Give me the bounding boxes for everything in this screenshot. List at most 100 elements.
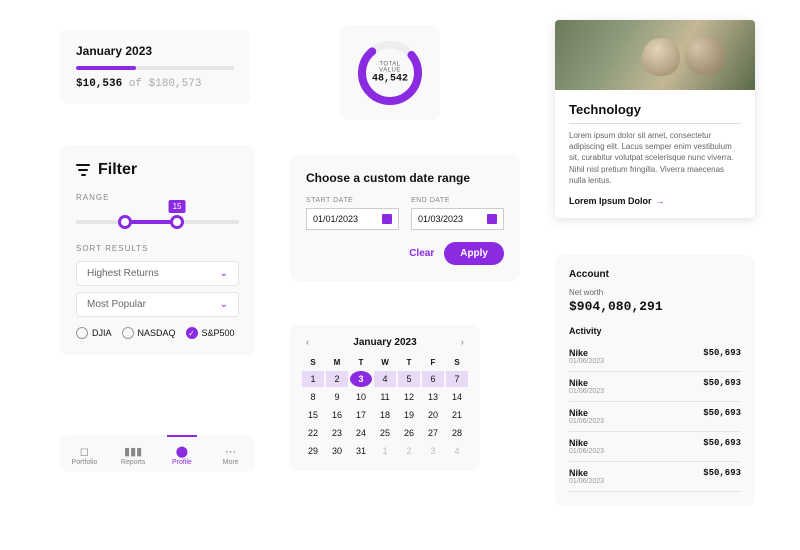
radio-s&p500[interactable]: S&P500	[186, 327, 235, 339]
calendar-day[interactable]: 11	[374, 389, 396, 405]
calendar-day[interactable]: 4	[446, 443, 468, 459]
networth-value: $904,080,291	[569, 299, 741, 314]
calendar-day[interactable]: 30	[326, 443, 348, 459]
radio-row: DJIA NASDAQ S&P500	[76, 327, 239, 339]
calendar-day[interactable]: 8	[302, 389, 324, 405]
calendar-day[interactable]: 12	[398, 389, 420, 405]
calendar-day[interactable]: 9	[326, 389, 348, 405]
range-handle-high[interactable]	[170, 215, 184, 229]
calendar-day[interactable]: 14	[446, 389, 468, 405]
portfolio-icon: ◻	[60, 445, 109, 457]
apply-button[interactable]: Apply	[444, 242, 504, 265]
nav-more[interactable]: ⋯More	[206, 441, 255, 466]
calendar-day[interactable]: 23	[326, 425, 348, 441]
range-label: RANGE	[76, 193, 239, 202]
weekday-header: S	[302, 356, 324, 369]
filter-card: Filter RANGE 15 SORT RESULTS Highest Ret…	[60, 145, 255, 355]
donut-card: TOTAL VALUE 48,542	[340, 25, 440, 120]
calendar-day[interactable]: 18	[374, 407, 396, 423]
nav-profile[interactable]: ⬤Profile	[158, 441, 207, 466]
calendar-day[interactable]: 26	[398, 425, 420, 441]
calendar-day[interactable]: 10	[350, 389, 372, 405]
calendar-day[interactable]: 25	[374, 425, 396, 441]
calendar-day[interactable]: 1	[374, 443, 396, 459]
profile-icon: ⬤	[158, 445, 207, 457]
calendar-day[interactable]: 21	[446, 407, 468, 423]
chevron-down-icon: ⌄	[220, 268, 228, 279]
calendar-card: ‹ January 2023 › SMTWTFS1234567891011121…	[290, 325, 480, 471]
tech-link[interactable]: Lorem Ipsum Dolor →	[569, 196, 741, 206]
calendar-day[interactable]: 5	[398, 371, 420, 387]
calendar-day[interactable]: 19	[398, 407, 420, 423]
calendar-day[interactable]: 16	[326, 407, 348, 423]
calendar-day[interactable]: 15	[302, 407, 324, 423]
calendar-icon	[487, 214, 497, 224]
tech-image	[555, 20, 755, 90]
sort-select[interactable]: Most Popular⌄	[76, 292, 239, 317]
progress-title: January 2023	[76, 44, 234, 58]
weekday-header: F	[422, 356, 444, 369]
calendar-day[interactable]: 22	[302, 425, 324, 441]
calendar-day[interactable]: 13	[422, 389, 444, 405]
calendar-icon	[382, 214, 392, 224]
radio-djia[interactable]: DJIA	[76, 327, 112, 339]
nav-portfolio[interactable]: ◻Portfolio	[60, 441, 109, 466]
calendar-day[interactable]: 1	[302, 371, 324, 387]
nav-reports[interactable]: ▮▮▮Reports	[109, 441, 158, 466]
weekday-header: T	[398, 356, 420, 369]
progress-current: $10,536	[76, 78, 122, 90]
range-slider[interactable]: 15	[76, 220, 239, 224]
calendar-day[interactable]: 20	[422, 407, 444, 423]
calendar-day[interactable]: 2	[326, 371, 348, 387]
progress-fill	[76, 66, 136, 70]
tech-title: Technology	[569, 102, 741, 124]
weekday-header: M	[326, 356, 348, 369]
weekday-header: T	[350, 356, 372, 369]
activity-row: Nike01/06/2023$50,693	[569, 342, 741, 372]
progress-bar	[76, 66, 234, 70]
calendar-day[interactable]: 29	[302, 443, 324, 459]
calendar-next[interactable]: ›	[457, 337, 468, 348]
networth-label: Net worth	[569, 288, 741, 297]
calendar-day[interactable]: 31	[350, 443, 372, 459]
activity-row: Nike01/06/2023$50,693	[569, 432, 741, 462]
calendar-day[interactable]: 2	[398, 443, 420, 459]
tech-desc: Lorem ipsum dolor sit amet, consectetur …	[569, 130, 741, 186]
activity-row: Nike01/06/2023$50,693	[569, 402, 741, 432]
calendar-day[interactable]: 3	[422, 443, 444, 459]
start-date-input[interactable]: 01/01/2023	[306, 208, 399, 230]
calendar-grid: SMTWTFS123456789101112131415161718192021…	[302, 356, 468, 459]
clear-button[interactable]: Clear	[409, 248, 434, 259]
weekday-header: W	[374, 356, 396, 369]
radio-nasdaq[interactable]: NASDAQ	[122, 327, 176, 339]
radio-icon	[186, 327, 198, 339]
calendar-day[interactable]: 24	[350, 425, 372, 441]
account-card: Account Net worth $904,080,291 Activity …	[555, 255, 755, 506]
arrow-right-icon: →	[656, 196, 665, 206]
end-date-input[interactable]: 01/03/2023	[411, 208, 504, 230]
donut-value: 48,542	[372, 73, 408, 84]
range-handle-low[interactable]	[118, 215, 132, 229]
calendar-day[interactable]: 7	[446, 371, 468, 387]
sort-select[interactable]: Highest Returns⌄	[76, 261, 239, 286]
calendar-day[interactable]: 27	[422, 425, 444, 441]
calendar-day[interactable]: 4	[374, 371, 396, 387]
account-heading: Account	[569, 269, 741, 280]
calendar-day[interactable]: 17	[350, 407, 372, 423]
calendar-day[interactable]: 3	[350, 371, 372, 387]
calendar-day[interactable]: 28	[446, 425, 468, 441]
calendar-day[interactable]: 6	[422, 371, 444, 387]
progress-total: $180,573	[149, 78, 202, 90]
donut-chart: TOTAL VALUE 48,542	[355, 38, 425, 108]
reports-icon: ▮▮▮	[109, 445, 158, 457]
end-date-label: END DATE	[411, 197, 504, 204]
progress-card: January 2023 $10,536 of $180,573	[60, 30, 250, 104]
filter-icon	[76, 164, 90, 176]
calendar-prev[interactable]: ‹	[302, 337, 313, 348]
filter-title: Filter	[98, 161, 137, 179]
radio-icon	[122, 327, 134, 339]
more-icon: ⋯	[206, 445, 255, 457]
calendar-month: January 2023	[353, 337, 416, 348]
activity-heading: Activity	[569, 326, 741, 336]
start-date-label: START DATE	[306, 197, 399, 204]
